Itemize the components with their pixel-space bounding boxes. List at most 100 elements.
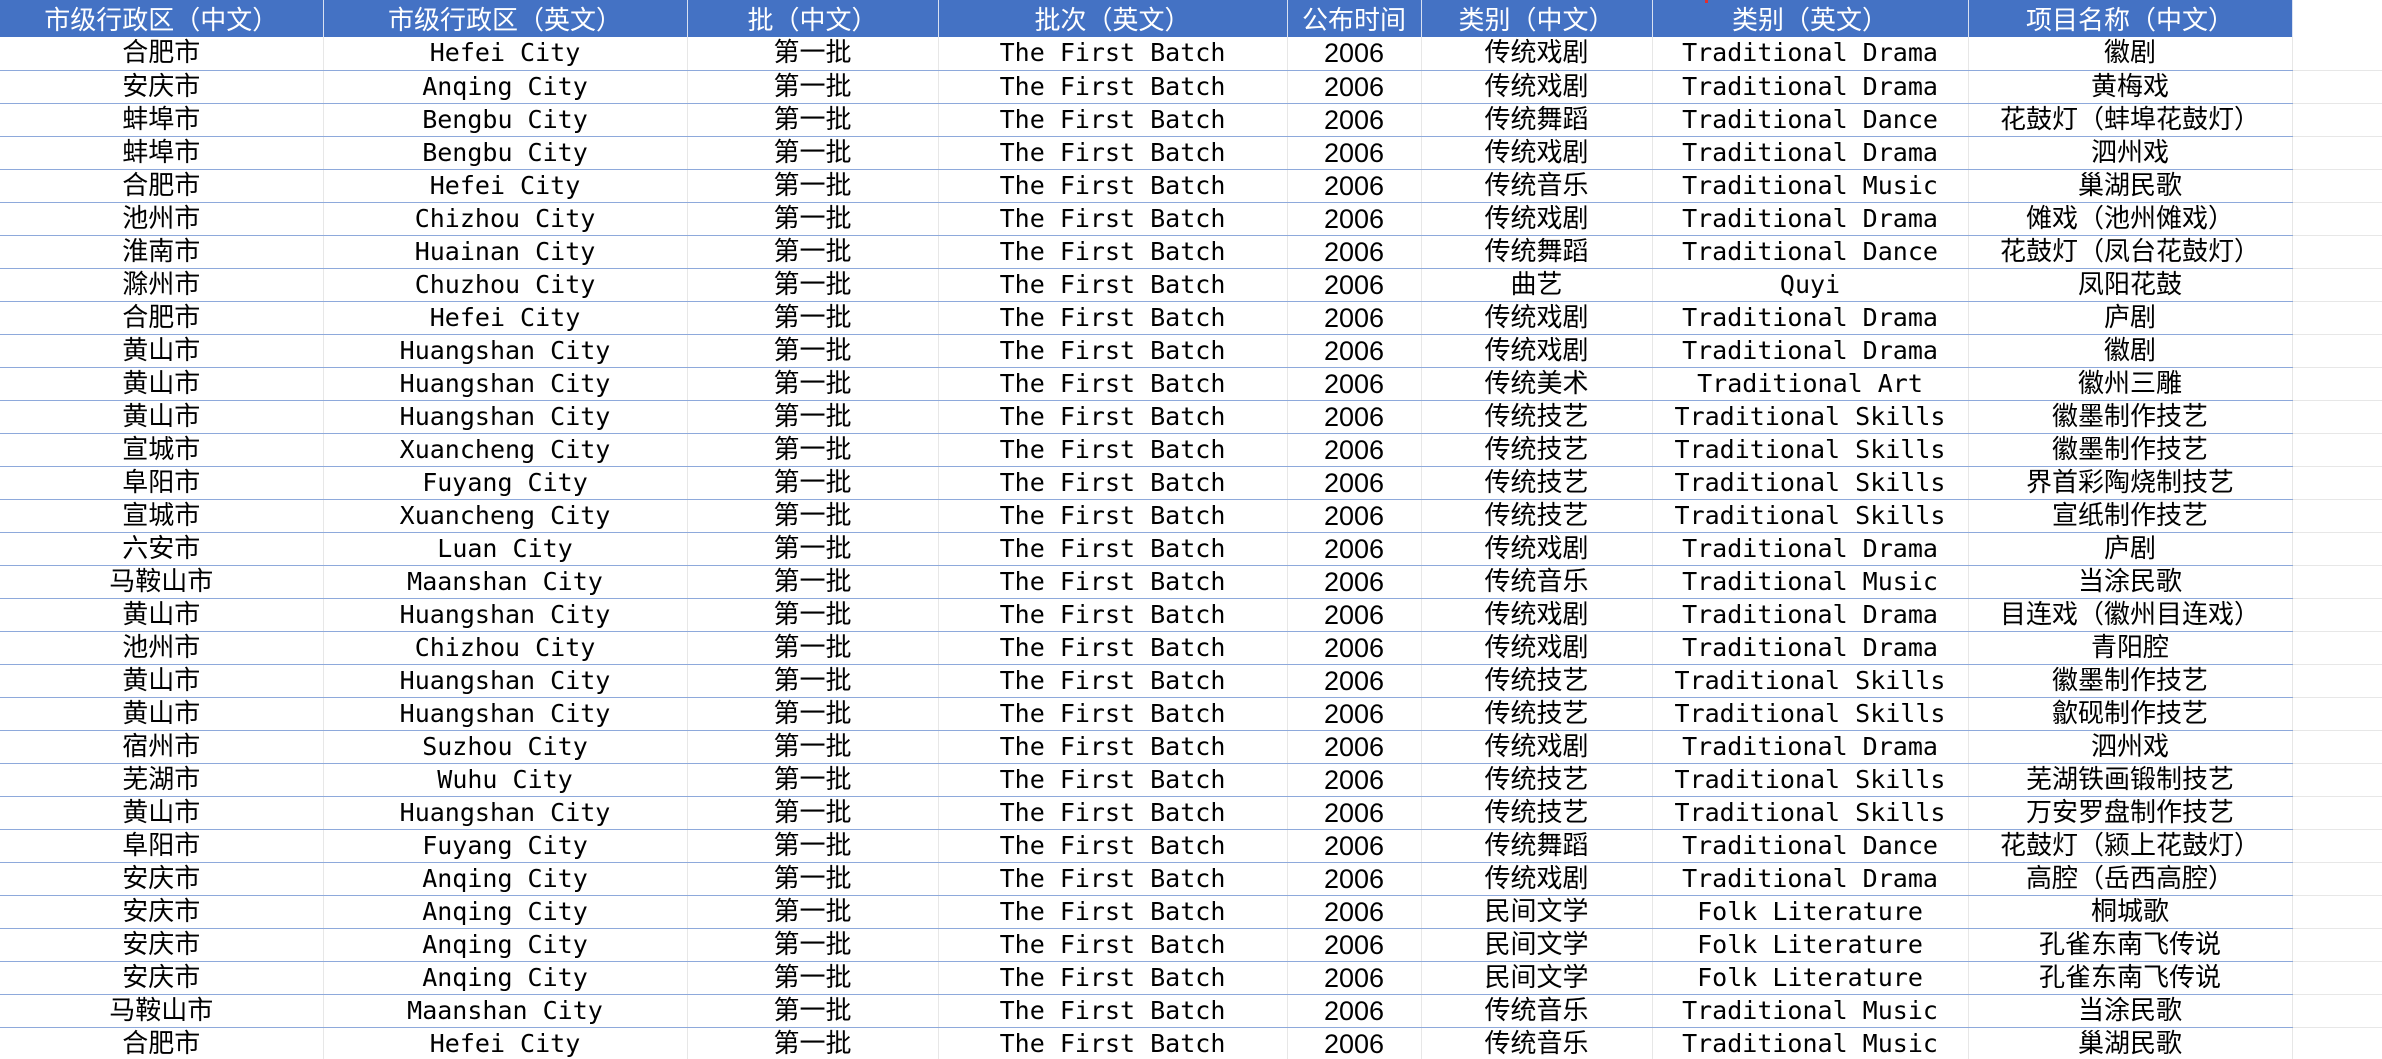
category-cn-cell[interactable]: 传统戏剧 — [1421, 598, 1653, 632]
batch-cn-cell[interactable]: 第一批 — [687, 367, 939, 401]
city-cn-cell[interactable]: 合肥市 — [0, 1027, 324, 1059]
city-en-cell[interactable]: Xuancheng City — [323, 499, 688, 533]
year-cell[interactable]: 2006 — [1287, 895, 1422, 929]
batch-en-cell[interactable]: The First Batch — [938, 70, 1288, 104]
city-cn-cell[interactable]: 安庆市 — [0, 70, 324, 104]
city-en-cell[interactable]: Hefei City — [323, 169, 688, 203]
year-cell[interactable]: 2006 — [1287, 730, 1422, 764]
batch-en-cell[interactable]: The First Batch — [938, 499, 1288, 533]
empty-cell[interactable] — [2292, 631, 2382, 665]
batch-en-cell[interactable]: The First Batch — [938, 829, 1288, 863]
city-cn-cell[interactable]: 黄山市 — [0, 400, 324, 434]
project-name-cell[interactable]: 歙砚制作技艺 — [1968, 697, 2293, 731]
city-cn-cell[interactable]: 宣城市 — [0, 433, 324, 467]
year-cell[interactable]: 2006 — [1287, 829, 1422, 863]
category-cn-cell[interactable]: 传统技艺 — [1421, 466, 1653, 500]
category-en-cell[interactable]: Traditional Music — [1652, 169, 1969, 203]
category-en-cell[interactable]: Traditional Dance — [1652, 235, 1969, 269]
category-cn-cell[interactable]: 传统戏剧 — [1421, 631, 1653, 665]
category-cn-cell[interactable]: 传统技艺 — [1421, 763, 1653, 797]
project-name-cell[interactable]: 庐剧 — [1968, 301, 2293, 335]
batch-cn-cell[interactable]: 第一批 — [687, 862, 939, 896]
city-en-cell[interactable]: Huangshan City — [323, 334, 688, 368]
empty-cell[interactable] — [2292, 598, 2382, 632]
category-cn-cell[interactable]: 传统技艺 — [1421, 499, 1653, 533]
category-en-cell[interactable]: Traditional Skills — [1652, 499, 1969, 533]
batch-cn-cell[interactable]: 第一批 — [687, 664, 939, 698]
category-en-cell[interactable]: Quyi — [1652, 268, 1969, 302]
city-cn-cell[interactable]: 淮南市 — [0, 235, 324, 269]
project-name-cell[interactable]: 徽墨制作技艺 — [1968, 400, 2293, 434]
project-name-cell[interactable]: 万安罗盘制作技艺 — [1968, 796, 2293, 830]
batch-en-cell[interactable]: The First Batch — [938, 565, 1288, 599]
project-name-cell[interactable]: 巢湖民歌 — [1968, 1027, 2293, 1059]
batch-en-cell[interactable]: The First Batch — [938, 631, 1288, 665]
category-en-cell[interactable]: Traditional Skills — [1652, 400, 1969, 434]
category-en-cell[interactable]: Traditional Music — [1652, 1027, 1969, 1059]
batch-cn-cell[interactable]: 第一批 — [687, 565, 939, 599]
batch-en-cell[interactable]: The First Batch — [938, 532, 1288, 566]
empty-cell[interactable] — [2292, 235, 2382, 269]
category-en-cell[interactable]: Traditional Drama — [1652, 532, 1969, 566]
city-en-cell[interactable]: Fuyang City — [323, 829, 688, 863]
year-cell[interactable]: 2006 — [1287, 961, 1422, 995]
city-cn-cell[interactable]: 合肥市 — [0, 37, 324, 71]
category-en-cell[interactable]: Traditional Drama — [1652, 730, 1969, 764]
batch-en-cell[interactable]: The First Batch — [938, 202, 1288, 236]
city-cn-cell[interactable]: 合肥市 — [0, 169, 324, 203]
header-batch-en[interactable]: 批次（英文） — [938, 0, 1288, 37]
city-en-cell[interactable]: Maanshan City — [323, 994, 688, 1028]
batch-cn-cell[interactable]: 第一批 — [687, 70, 939, 104]
city-cn-cell[interactable]: 宣城市 — [0, 499, 324, 533]
city-cn-cell[interactable]: 黄山市 — [0, 796, 324, 830]
project-name-cell[interactable]: 花鼓灯（凤台花鼓灯） — [1968, 235, 2293, 269]
project-name-cell[interactable]: 宣纸制作技艺 — [1968, 499, 2293, 533]
batch-cn-cell[interactable]: 第一批 — [687, 202, 939, 236]
city-en-cell[interactable]: Huangshan City — [323, 400, 688, 434]
batch-en-cell[interactable]: The First Batch — [938, 136, 1288, 170]
batch-cn-cell[interactable]: 第一批 — [687, 697, 939, 731]
batch-en-cell[interactable]: The First Batch — [938, 103, 1288, 137]
empty-cell[interactable] — [2292, 400, 2382, 434]
city-cn-cell[interactable]: 滁州市 — [0, 268, 324, 302]
category-en-cell[interactable]: Traditional Drama — [1652, 202, 1969, 236]
year-cell[interactable]: 2006 — [1287, 631, 1422, 665]
batch-cn-cell[interactable]: 第一批 — [687, 994, 939, 1028]
category-en-cell[interactable]: Traditional Skills — [1652, 763, 1969, 797]
project-name-cell[interactable]: 目连戏（徽州目连戏） — [1968, 598, 2293, 632]
empty-cell[interactable] — [2292, 829, 2382, 863]
empty-cell[interactable] — [2292, 796, 2382, 830]
empty-cell[interactable] — [2292, 730, 2382, 764]
category-cn-cell[interactable]: 传统戏剧 — [1421, 136, 1653, 170]
city-en-cell[interactable]: Chizhou City — [323, 631, 688, 665]
year-cell[interactable]: 2006 — [1287, 235, 1422, 269]
city-cn-cell[interactable]: 池州市 — [0, 631, 324, 665]
category-en-cell[interactable]: Traditional Skills — [1652, 796, 1969, 830]
category-cn-cell[interactable]: 传统戏剧 — [1421, 862, 1653, 896]
category-cn-cell[interactable]: 传统音乐 — [1421, 565, 1653, 599]
city-cn-cell[interactable]: 池州市 — [0, 202, 324, 236]
category-cn-cell[interactable]: 传统技艺 — [1421, 664, 1653, 698]
empty-cell[interactable] — [2292, 136, 2382, 170]
batch-cn-cell[interactable]: 第一批 — [687, 136, 939, 170]
batch-en-cell[interactable]: The First Batch — [938, 664, 1288, 698]
empty-cell[interactable] — [2292, 202, 2382, 236]
category-en-cell[interactable]: Traditional Music — [1652, 994, 1969, 1028]
year-cell[interactable]: 2006 — [1287, 598, 1422, 632]
category-cn-cell[interactable]: 传统舞蹈 — [1421, 235, 1653, 269]
city-cn-cell[interactable]: 合肥市 — [0, 301, 324, 335]
category-cn-cell[interactable]: 传统戏剧 — [1421, 532, 1653, 566]
city-en-cell[interactable]: Anqing City — [323, 961, 688, 995]
city-cn-cell[interactable]: 阜阳市 — [0, 829, 324, 863]
batch-cn-cell[interactable]: 第一批 — [687, 400, 939, 434]
city-cn-cell[interactable]: 黄山市 — [0, 598, 324, 632]
category-en-cell[interactable]: Traditional Dance — [1652, 103, 1969, 137]
batch-cn-cell[interactable]: 第一批 — [687, 961, 939, 995]
city-en-cell[interactable]: Huangshan City — [323, 664, 688, 698]
batch-en-cell[interactable]: The First Batch — [938, 169, 1288, 203]
city-en-cell[interactable]: Huangshan City — [323, 796, 688, 830]
category-cn-cell[interactable]: 传统戏剧 — [1421, 37, 1653, 71]
city-cn-cell[interactable]: 六安市 — [0, 532, 324, 566]
category-cn-cell[interactable]: 传统美术 — [1421, 367, 1653, 401]
batch-cn-cell[interactable]: 第一批 — [687, 235, 939, 269]
